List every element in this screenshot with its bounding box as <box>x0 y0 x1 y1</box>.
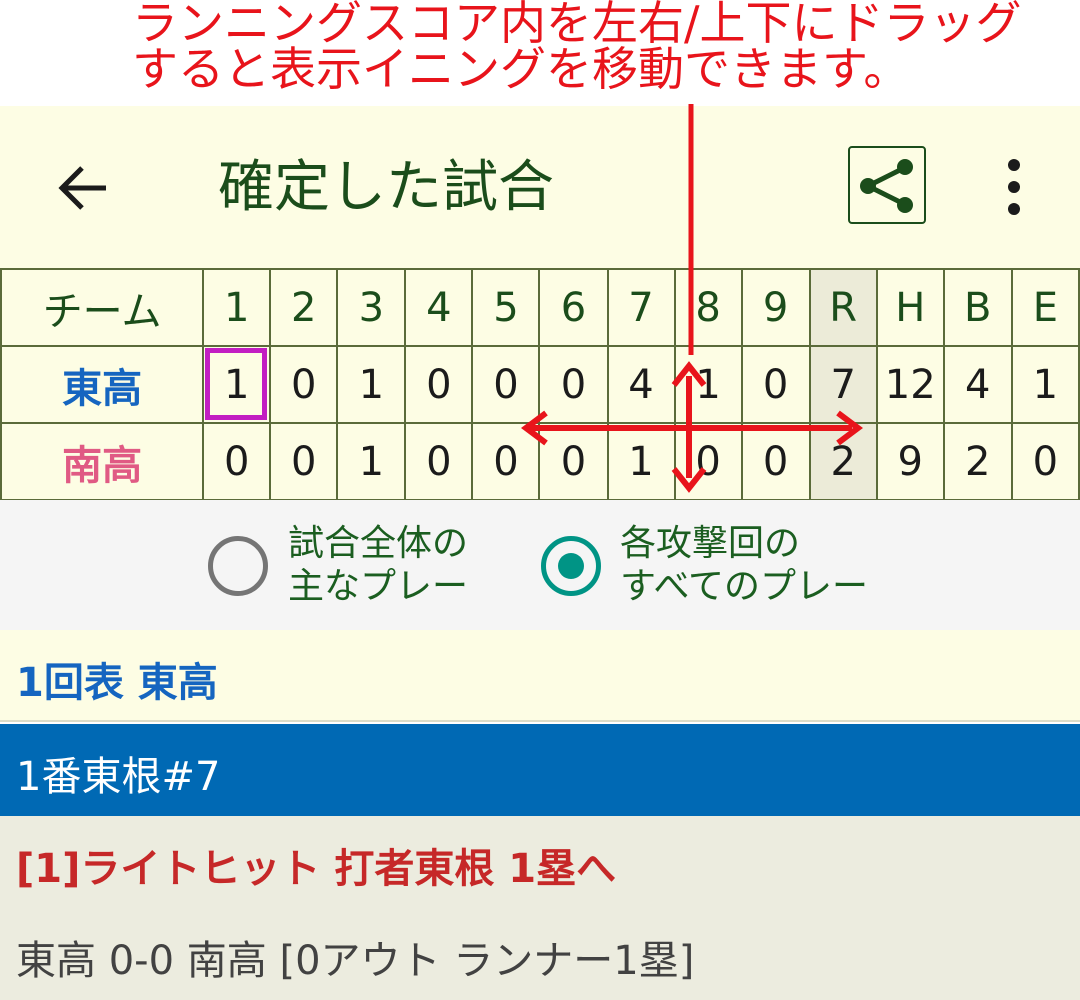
radio-label-line: すべてのプレー <box>620 566 869 607</box>
play-description: [1]ライトヒット 打者東根 1塁へ <box>16 846 617 892</box>
share-icon <box>860 159 913 213</box>
header-inning-1: 1 <box>202 268 272 347</box>
score-cell-south-8[interactable]: 0 <box>673 422 743 501</box>
score-cell-south-walks: 2 <box>942 422 1013 501</box>
radio-label-main-plays[interactable]: 試合全体の 主なプレー <box>288 522 468 608</box>
instruction-line-2: すると表示イニングを移動できます。 <box>132 42 910 96</box>
score-cell-east-3[interactable]: 1 <box>336 345 407 424</box>
running-score-table[interactable]: チーム 1 2 3 4 5 6 7 8 9 R H B E 東高 1 0 1 0… <box>0 268 1080 501</box>
score-cell-south-6[interactable]: 0 <box>538 422 609 501</box>
radio-label-all-plays[interactable]: 各攻撃回の すべてのプレー <box>620 522 868 608</box>
instruction-annotation: ランニングスコア内を左右/上下にドラッグ すると表示イニングを移動できます。 <box>132 0 1080 92</box>
header-runs: R <box>808 268 878 347</box>
score-cell-east-7[interactable]: 4 <box>606 345 676 424</box>
score-cell-east-5[interactable]: 0 <box>471 345 541 424</box>
score-cell-east-runs: 7 <box>808 345 878 424</box>
score-cell-south-2[interactable]: 0 <box>269 422 339 501</box>
score-row-east: 東高 1 0 1 0 0 0 4 1 0 7 12 4 1 <box>0 345 1080 424</box>
app-bar: 確定した試合 <box>0 106 1080 268</box>
score-cell-south-4[interactable]: 0 <box>404 422 474 501</box>
inning-header-label: 1回表 東高 <box>16 660 218 706</box>
header-hits: H <box>875 268 945 347</box>
more-vertical-icon[interactable] <box>996 154 1032 220</box>
batter-label: 1番東根#7 <box>16 754 221 800</box>
header-inning-4: 4 <box>404 268 474 347</box>
score-cell-south-runs: 2 <box>808 422 878 501</box>
header-inning-9: 9 <box>740 268 811 347</box>
score-cell-east-6[interactable]: 0 <box>538 345 609 424</box>
score-cell-south-5[interactable]: 0 <box>471 422 541 501</box>
game-status: 東高 0-0 南高 [0アウト ランナー1塁] <box>16 938 695 984</box>
view-mode-selector: 試合全体の 主なプレー 各攻撃回の すべてのプレー <box>0 500 1080 630</box>
radio-label-line: 試合全体の <box>288 523 469 564</box>
score-row-south: 南高 0 0 1 0 0 0 1 0 0 2 9 2 0 <box>0 422 1080 501</box>
header-inning-2: 2 <box>269 268 339 347</box>
score-cell-south-9[interactable]: 0 <box>740 422 811 501</box>
radio-all-plays[interactable] <box>541 536 601 596</box>
arrow-left-icon[interactable] <box>56 161 110 215</box>
header-inning-6: 6 <box>538 268 609 347</box>
header-inning-3: 3 <box>336 268 407 347</box>
score-cell-east-9[interactable]: 0 <box>740 345 811 424</box>
score-cell-south-3[interactable]: 1 <box>336 422 407 501</box>
radio-label-line: 各攻撃回の <box>620 523 801 564</box>
instruction-line-1: ランニングスコア内を左右/上下にドラッグ <box>132 0 1022 50</box>
header-errors: E <box>1010 268 1080 347</box>
selected-inning-highlight <box>205 348 268 420</box>
score-cell-east-1[interactable]: 1 <box>202 345 272 424</box>
score-cell-south-errors: 0 <box>1010 422 1080 501</box>
score-cell-south-7[interactable]: 1 <box>606 422 676 501</box>
score-header-row: チーム 1 2 3 4 5 6 7 8 9 R H B E <box>0 268 1080 347</box>
score-cell-south-hits: 9 <box>875 422 945 501</box>
batter-bar[interactable]: 1番東根#7 <box>0 724 1080 816</box>
score-cell-south-1[interactable]: 0 <box>202 422 272 501</box>
radio-selected-dot <box>558 553 584 579</box>
score-cell-east-4[interactable]: 0 <box>404 345 474 424</box>
score-cell-east-walks: 4 <box>942 345 1013 424</box>
share-button[interactable] <box>848 146 926 224</box>
score-cell-east-hits: 12 <box>875 345 945 424</box>
page-title: 確定した試合 <box>218 155 554 220</box>
header-inning-8: 8 <box>673 268 743 347</box>
header-inning-7: 7 <box>606 268 676 347</box>
header-team: チーム <box>0 268 205 347</box>
inning-header: 1回表 東高 <box>0 630 1080 722</box>
header-walks: B <box>942 268 1013 347</box>
score-cell-east-2[interactable]: 0 <box>269 345 339 424</box>
score-cell-east-8[interactable]: 1 <box>673 345 743 424</box>
radio-main-plays[interactable] <box>208 536 268 596</box>
radio-label-line: 主なプレー <box>288 566 469 607</box>
team-name-south: 南高 <box>0 422 205 501</box>
header-inning-5: 5 <box>471 268 541 347</box>
team-name-east: 東高 <box>0 345 205 424</box>
score-cell-east-errors: 1 <box>1010 345 1080 424</box>
play-detail: [1]ライトヒット 打者東根 1塁へ 東高 0-0 南高 [0アウト ランナー1… <box>0 816 1080 1000</box>
